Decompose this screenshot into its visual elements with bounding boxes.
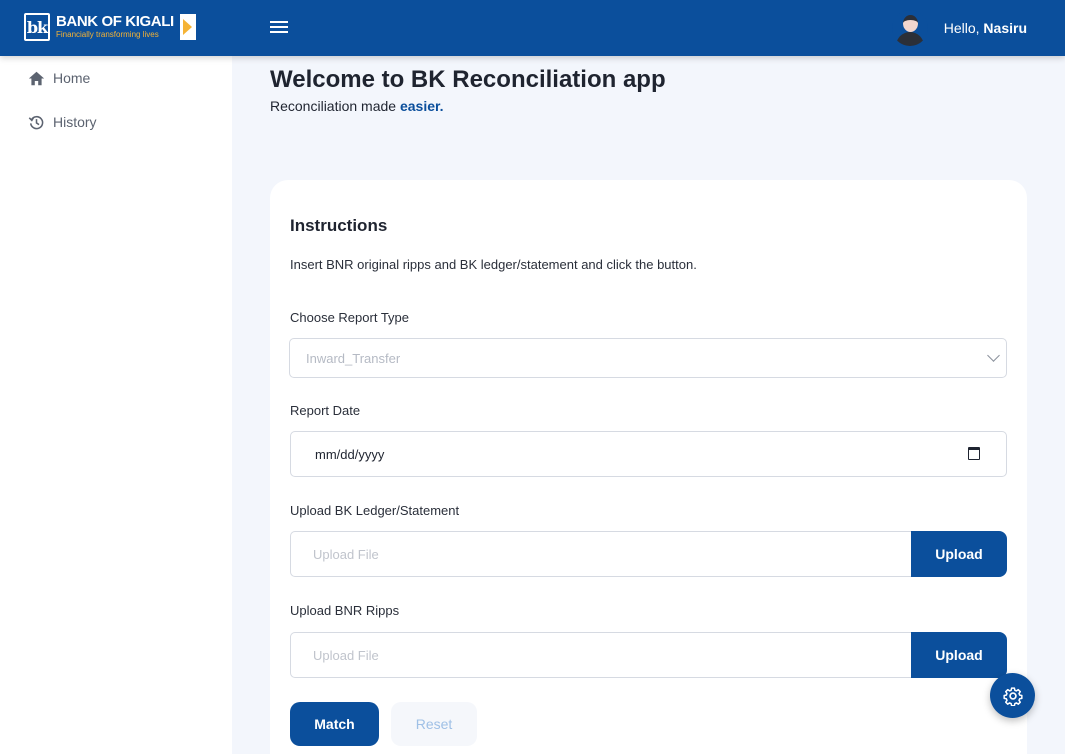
reconciliation-card: Instructions Insert BNR original ripps a…	[270, 180, 1027, 754]
report-type-select[interactable]: Inward_Transfer	[289, 338, 1007, 378]
ripps-file-placeholder: Upload File	[313, 647, 379, 663]
ripps-file-input[interactable]: Upload File	[290, 632, 911, 678]
match-button[interactable]: Match	[290, 702, 379, 746]
page-title: Welcome to BK Reconciliation app	[270, 66, 666, 93]
sidebar-item-history[interactable]: History	[0, 100, 232, 144]
history-icon	[28, 115, 44, 129]
sidebar-item-label: History	[53, 114, 97, 130]
ledger-upload-button[interactable]: Upload	[911, 531, 1007, 577]
instructions-heading: Instructions	[290, 216, 388, 235]
sidebar: Home History	[0, 56, 232, 754]
logo-text: BANK OF KIGALI Financially transforming …	[56, 14, 174, 40]
sidebar-item-label: Home	[53, 70, 91, 86]
main-content: Welcome to BK Reconciliation app Reconci…	[232, 56, 1065, 754]
report-type-label: Choose Report Type	[290, 310, 409, 325]
brand-tagline: Financially transforming lives	[56, 30, 159, 39]
sidebar-item-home[interactable]: Home	[0, 56, 232, 100]
ripps-upload-row: Upload File Upload	[290, 632, 1007, 678]
calendar-icon[interactable]	[968, 447, 980, 460]
brand-logo[interactable]: bk BANK OF KIGALI Financially transformi…	[24, 13, 196, 41]
user-name: Nasiru	[983, 20, 1027, 36]
logo-arrow-icon	[179, 14, 196, 40]
logo-mark: bk	[24, 13, 50, 41]
ledger-file-placeholder: Upload File	[313, 546, 379, 562]
greeting-text: Hello,	[943, 20, 980, 36]
instructions-text: Insert BNR original ripps and BK ledger/…	[290, 257, 697, 272]
gear-icon	[1002, 686, 1023, 706]
home-icon	[28, 71, 45, 85]
user-menu[interactable]: Hello, Nasiru	[891, 10, 1027, 46]
subtitle-text: Reconciliation made	[270, 98, 400, 114]
report-date-label: Report Date	[290, 403, 361, 418]
top-bar: bk BANK OF KIGALI Financially transformi…	[0, 0, 1065, 56]
ledger-upload-label: Upload BK Ledger/Statement	[290, 503, 460, 518]
ripps-upload-button[interactable]: Upload	[911, 632, 1007, 678]
report-type-value: Inward_Transfer	[306, 350, 401, 366]
ledger-file-input[interactable]: Upload File	[290, 531, 911, 577]
report-date-input[interactable]: mm/dd/yyyy	[290, 431, 1007, 477]
ledger-upload-row: Upload File Upload	[290, 531, 1007, 577]
report-date-placeholder: mm/dd/yyyy	[315, 446, 385, 462]
subtitle-accent: easier.	[399, 98, 444, 114]
ripps-upload-label: Upload BNR Ripps	[290, 603, 400, 618]
reset-button[interactable]: Reset	[391, 702, 477, 746]
page-subtitle: Reconciliation made easier.	[270, 98, 444, 114]
hamburger-icon[interactable]	[270, 18, 290, 38]
brand-name: BANK OF KIGALI	[56, 13, 174, 30]
avatar[interactable]	[891, 10, 928, 46]
settings-fab-button[interactable]	[990, 673, 1035, 718]
chevron-down-icon	[987, 349, 1000, 362]
user-greeting: Hello, Nasiru	[944, 20, 1027, 36]
